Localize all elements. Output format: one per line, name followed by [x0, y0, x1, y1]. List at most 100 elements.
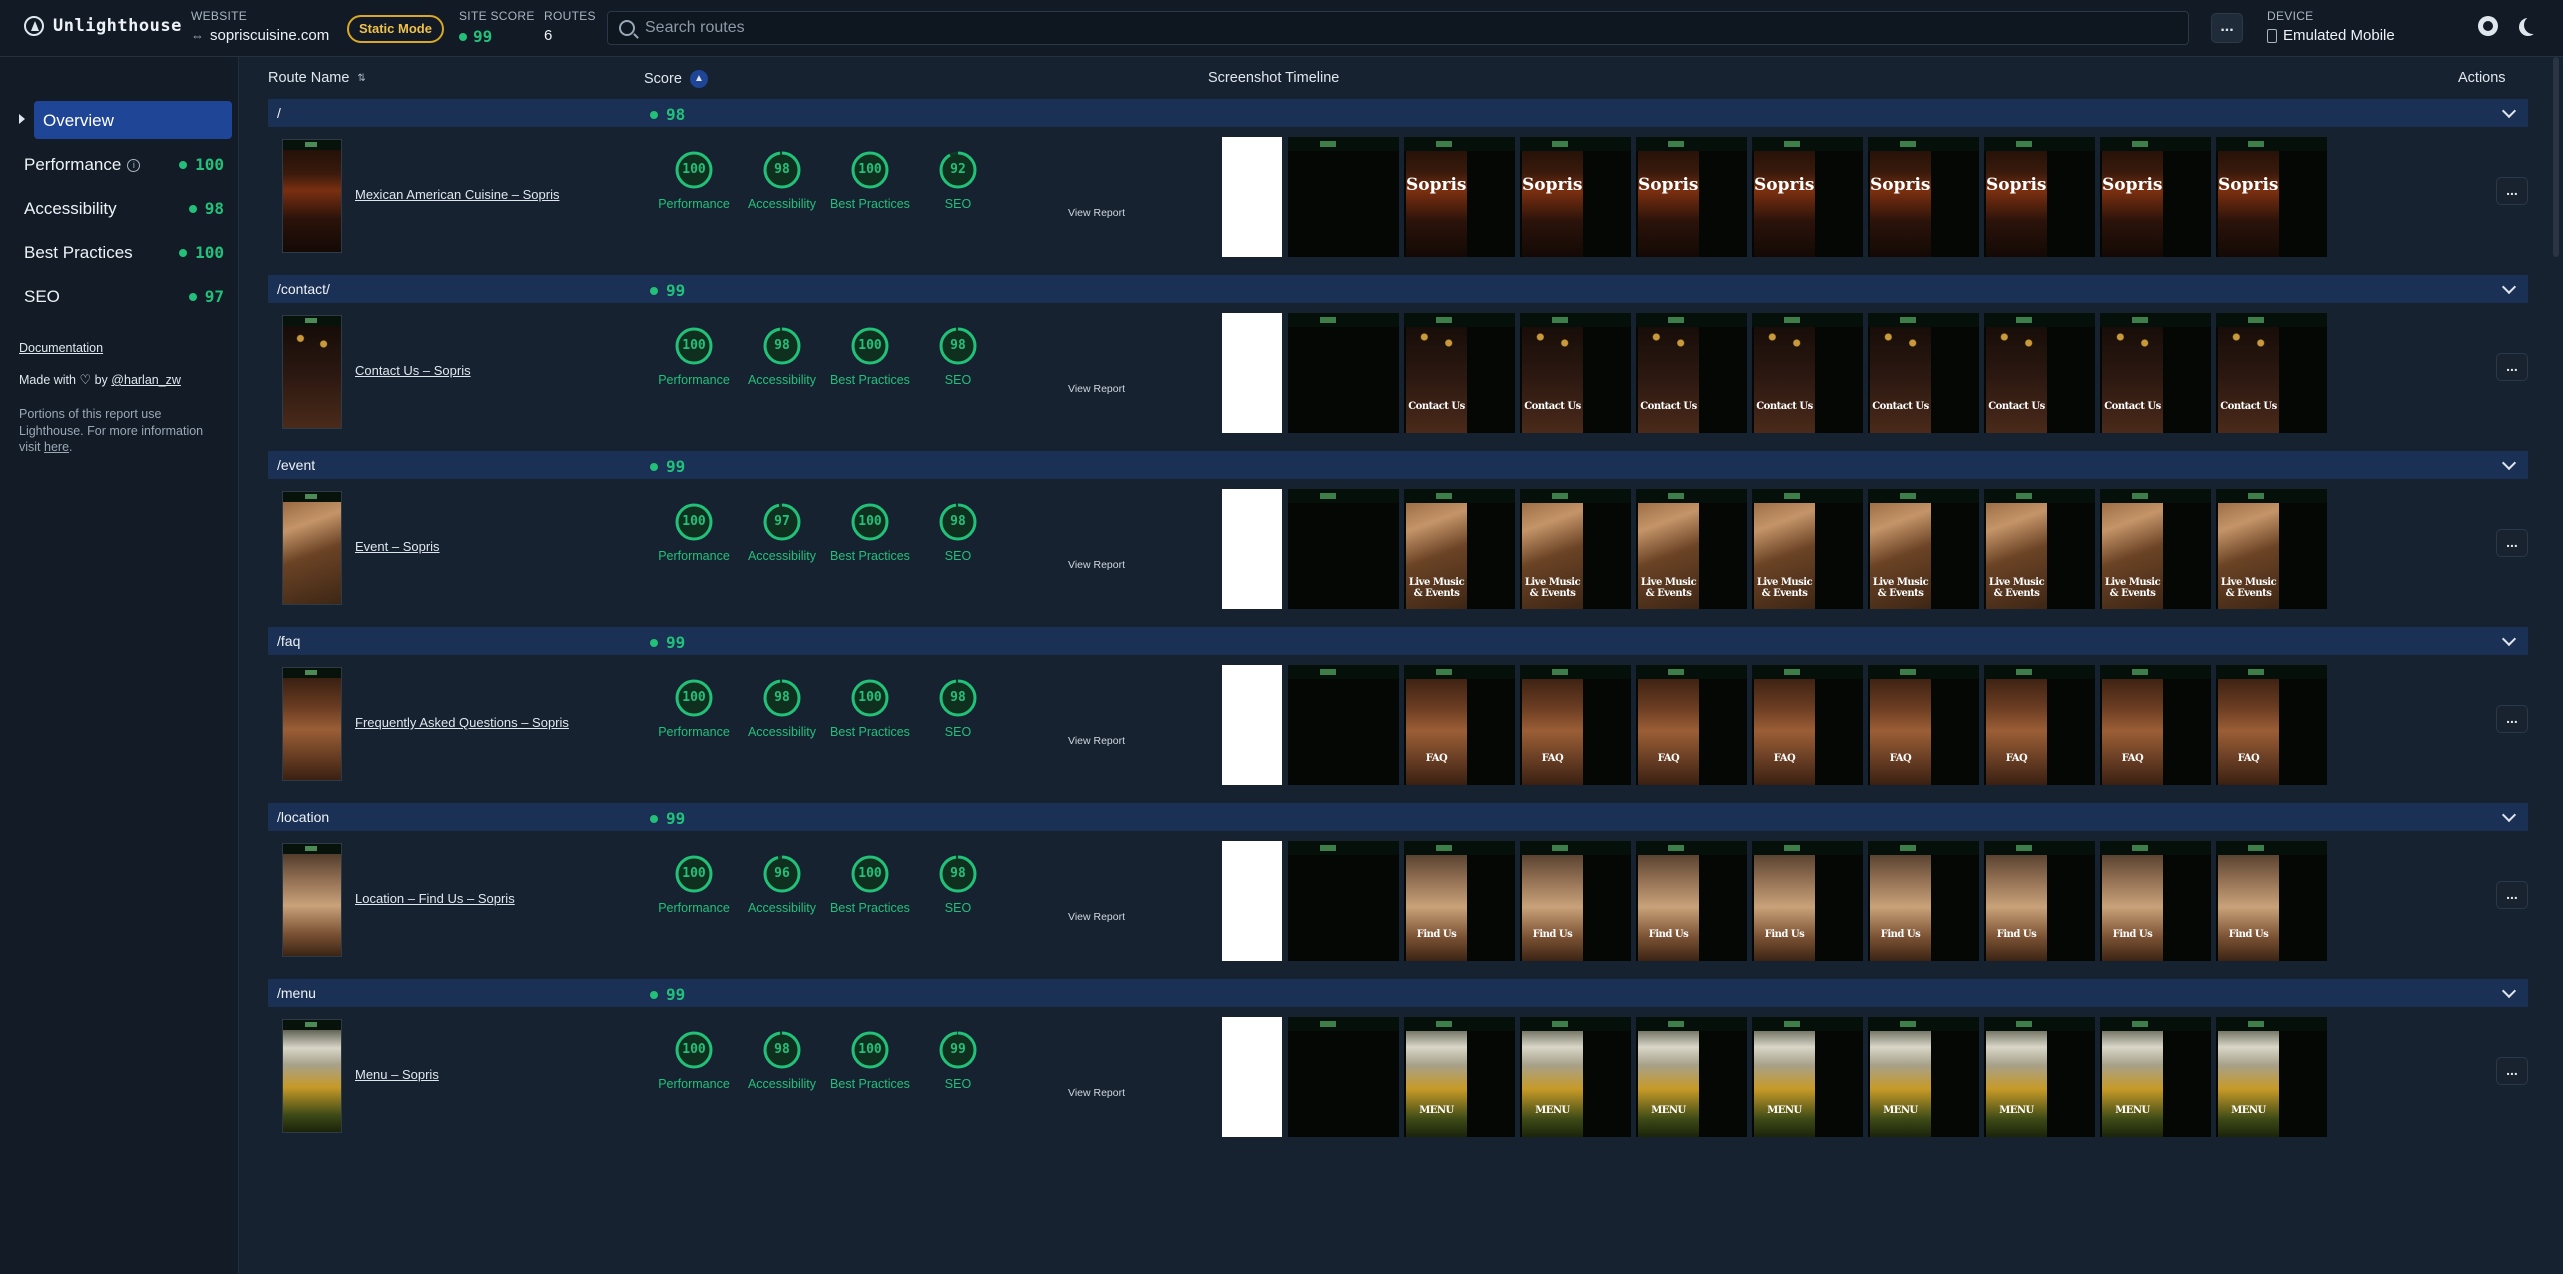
scrollbar[interactable]: [2553, 57, 2559, 257]
gauge-seo[interactable]: 98 SEO: [918, 325, 998, 387]
timeline-frame[interactable]: MENU: [1404, 1017, 1515, 1137]
more-options-button[interactable]: ...: [2211, 13, 2243, 43]
device-value[interactable]: Emulated Mobile: [2283, 27, 2395, 44]
timeline-frame[interactable]: Live Music & Events: [1752, 489, 1863, 609]
route-group-header[interactable]: /contact/99: [268, 275, 2528, 303]
sort-icon[interactable]: ⇅: [357, 73, 365, 84]
timeline-frame[interactable]: Live Music & Events: [1520, 489, 1631, 609]
chevron-down-icon[interactable]: [2501, 983, 2517, 999]
chevron-down-icon[interactable]: [2501, 455, 2517, 471]
column-header-route-name[interactable]: Route Name ⇅: [268, 70, 366, 86]
timeline-frame[interactable]: MENU: [1868, 1017, 1979, 1137]
route-title-link[interactable]: Contact Us – Sopris: [355, 363, 471, 378]
timeline-frame[interactable]: FAQ: [2100, 665, 2211, 785]
timeline-frame[interactable]: [1288, 841, 1399, 961]
gauge-seo[interactable]: 92 SEO: [918, 149, 998, 211]
timeline-frame[interactable]: Sopris: [1868, 137, 1979, 257]
gauge-best-practices[interactable]: 100 Best Practices: [830, 149, 910, 211]
timeline-frame[interactable]: Find Us: [1752, 841, 1863, 961]
route-thumbnail[interactable]: [282, 667, 342, 781]
route-thumbnail[interactable]: [282, 491, 342, 605]
route-thumbnail[interactable]: [282, 315, 342, 429]
timeline-frame[interactable]: Sopris: [1520, 137, 1631, 257]
gauge-performance[interactable]: 100 Performance: [654, 325, 734, 387]
timeline-frame[interactable]: Live Music & Events: [1868, 489, 1979, 609]
route-thumbnail[interactable]: [282, 843, 342, 957]
timeline-frame[interactable]: [1288, 1017, 1399, 1137]
timeline-frame[interactable]: Contact Us: [1868, 313, 1979, 433]
row-actions-button[interactable]: ...: [2496, 353, 2528, 381]
sidebar-item-overview[interactable]: Overview: [14, 101, 232, 139]
timeline-frame[interactable]: [1288, 137, 1399, 257]
timeline-frame[interactable]: Find Us: [2216, 841, 2327, 961]
route-group-header[interactable]: /event 99: [268, 451, 2528, 479]
timeline-frame[interactable]: [1222, 665, 1282, 785]
gauge-best-practices[interactable]: 100 Best Practices: [830, 677, 910, 739]
sidebar-item-performance[interactable]: Performance i 100: [24, 151, 224, 179]
timeline-frame[interactable]: [1222, 1017, 1282, 1137]
timeline-frame[interactable]: MENU: [2100, 1017, 2211, 1137]
timeline-frame[interactable]: Sopris: [2100, 137, 2211, 257]
route-group-header[interactable]: /faq 99: [268, 627, 2528, 655]
timeline-frame[interactable]: Contact Us: [1520, 313, 1631, 433]
route-thumbnail[interactable]: [282, 139, 342, 253]
gauge-seo[interactable]: 98 SEO: [918, 853, 998, 915]
gauge-performance[interactable]: 100 Performance: [654, 1029, 734, 1091]
timeline-frame[interactable]: Find Us: [2100, 841, 2211, 961]
timeline-frame[interactable]: FAQ: [1984, 665, 2095, 785]
timeline-frame[interactable]: [1288, 313, 1399, 433]
website-link[interactable]: sopriscuisine.com: [210, 27, 329, 44]
view-report-link[interactable]: View Report: [1068, 207, 1125, 219]
timeline-frame[interactable]: FAQ: [1520, 665, 1631, 785]
timeline-frame[interactable]: Contact Us: [2216, 313, 2327, 433]
gauge-accessibility[interactable]: 98 Accessibility: [742, 677, 822, 739]
route-title-link[interactable]: Event – Sopris: [355, 539, 440, 554]
timeline-frame[interactable]: Live Music & Events: [2100, 489, 2211, 609]
timeline-frame[interactable]: Sopris: [2216, 137, 2327, 257]
gauge-seo[interactable]: 99 SEO: [918, 1029, 998, 1091]
row-actions-button[interactable]: ...: [2496, 881, 2528, 909]
timeline-frame[interactable]: Sopris: [1636, 137, 1747, 257]
gauge-accessibility[interactable]: 96 Accessibility: [742, 853, 822, 915]
timeline-frame[interactable]: Live Music & Events: [1984, 489, 2095, 609]
row-actions-button[interactable]: ...: [2496, 529, 2528, 557]
timeline-frame[interactable]: MENU: [2216, 1017, 2327, 1137]
chevron-down-icon[interactable]: [2501, 103, 2517, 119]
gauge-accessibility[interactable]: 98 Accessibility: [742, 1029, 822, 1091]
here-link[interactable]: here: [44, 440, 69, 454]
timeline-frame[interactable]: Live Music & Events: [2216, 489, 2327, 609]
route-group-header[interactable]: /menu 99: [268, 979, 2528, 1007]
timeline-frame[interactable]: FAQ: [1868, 665, 1979, 785]
view-report-link[interactable]: View Report: [1068, 559, 1125, 571]
route-title-link[interactable]: Frequently Asked Questions – Sopris: [355, 715, 569, 730]
timeline-frame[interactable]: Live Music & Events: [1404, 489, 1515, 609]
timeline-frame[interactable]: FAQ: [1404, 665, 1515, 785]
timeline-frame[interactable]: Sopris: [1984, 137, 2095, 257]
timeline-frame[interactable]: FAQ: [1752, 665, 1863, 785]
author-link[interactable]: @harlan_zw: [111, 373, 181, 387]
timeline-frame[interactable]: Sopris: [1404, 137, 1515, 257]
timeline-frame[interactable]: MENU: [1752, 1017, 1863, 1137]
timeline-frame[interactable]: Find Us: [1984, 841, 2095, 961]
view-report-link[interactable]: View Report: [1068, 383, 1125, 395]
gauge-best-practices[interactable]: 100 Best Practices: [830, 325, 910, 387]
row-actions-button[interactable]: ...: [2496, 177, 2528, 205]
gauge-seo[interactable]: 98 SEO: [918, 501, 998, 563]
timeline-frame[interactable]: MENU: [1520, 1017, 1631, 1137]
timeline-frame[interactable]: [1222, 489, 1282, 609]
github-icon[interactable]: [2478, 16, 2498, 36]
sidebar-item-accessibility[interactable]: Accessibility 98: [24, 195, 224, 223]
timeline-frame[interactable]: Find Us: [1520, 841, 1631, 961]
view-report-link[interactable]: View Report: [1068, 911, 1125, 923]
gauge-performance[interactable]: 100 Performance: [654, 501, 734, 563]
gauge-best-practices[interactable]: 100 Best Practices: [830, 853, 910, 915]
route-group-header[interactable]: / 98: [268, 99, 2528, 127]
gauge-accessibility[interactable]: 97 Accessibility: [742, 501, 822, 563]
route-thumbnail[interactable]: [282, 1019, 342, 1133]
timeline-frame[interactable]: Find Us: [1636, 841, 1747, 961]
timeline-frame[interactable]: Contact Us: [1984, 313, 2095, 433]
info-icon[interactable]: i: [127, 159, 141, 173]
timeline-frame[interactable]: [1288, 665, 1399, 785]
timeline-frame[interactable]: MENU: [1984, 1017, 2095, 1137]
timeline-frame[interactable]: Find Us: [1404, 841, 1515, 961]
